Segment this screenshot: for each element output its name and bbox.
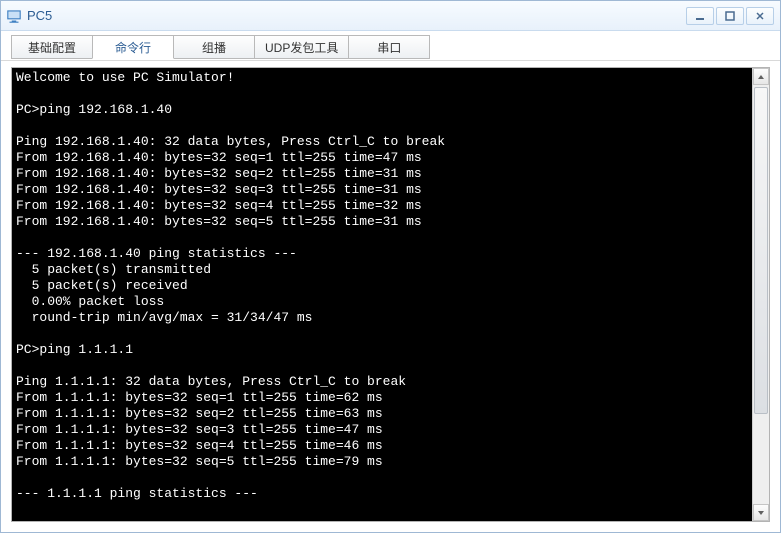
tab-multicast[interactable]: 组播	[173, 35, 255, 59]
window-title: PC5	[27, 8, 684, 23]
close-button[interactable]	[746, 7, 774, 25]
minimize-button[interactable]	[686, 7, 714, 25]
tab-command-line[interactable]: 命令行	[92, 35, 174, 59]
scroll-track[interactable]	[753, 85, 769, 504]
maximize-button[interactable]	[716, 7, 744, 25]
scroll-down-button[interactable]	[753, 504, 769, 521]
tab-udp-tool[interactable]: UDP发包工具	[254, 35, 349, 59]
scroll-thumb[interactable]	[754, 87, 768, 414]
scrollbar[interactable]	[752, 68, 769, 521]
app-icon	[5, 7, 23, 25]
window-buttons	[684, 7, 774, 25]
tab-bar: 基础配置 命令行 组播 UDP发包工具 串口	[1, 31, 780, 61]
content-area: Welcome to use PC Simulator! PC>ping 192…	[1, 61, 780, 532]
terminal-wrap: Welcome to use PC Simulator! PC>ping 192…	[11, 67, 770, 522]
terminal-output[interactable]: Welcome to use PC Simulator! PC>ping 192…	[12, 68, 752, 521]
titlebar: PC5	[1, 1, 780, 31]
tab-serial[interactable]: 串口	[348, 35, 430, 59]
tab-basic-config[interactable]: 基础配置	[11, 35, 93, 59]
scroll-up-button[interactable]	[753, 68, 769, 85]
